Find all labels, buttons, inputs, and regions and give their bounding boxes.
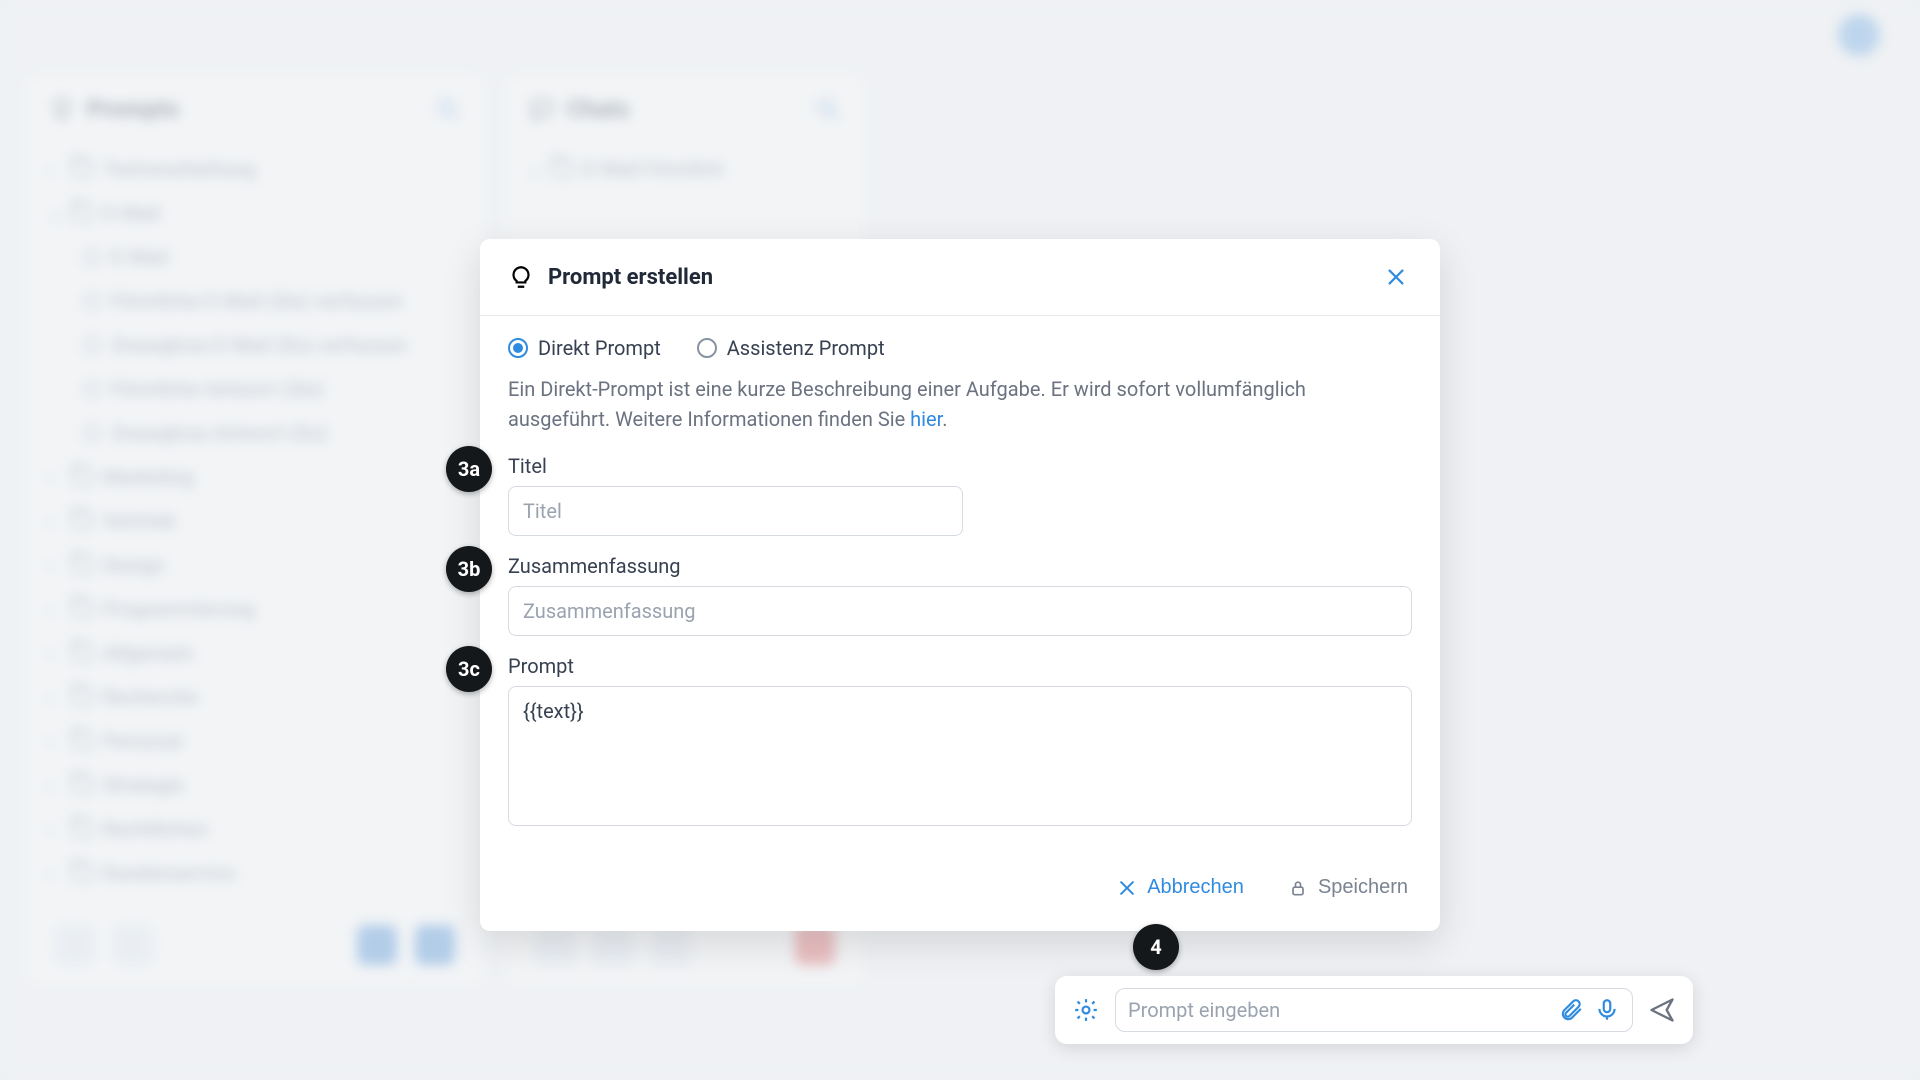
settings-button[interactable] [1069, 993, 1103, 1027]
more-info-link[interactable]: hier [910, 407, 942, 431]
radio-label: Assistenz Prompt [727, 336, 885, 360]
prompt-input-bar-wrap: 4 [1055, 976, 1693, 1044]
annotation-badge-4: 4 [1133, 924, 1179, 970]
prompt-label: Prompt [508, 654, 1412, 678]
prompt-input-shell[interactable] [1115, 988, 1633, 1032]
annotation-badge-3b: 3b [446, 546, 492, 592]
summary-field-group: 3b Zusammenfassung [508, 554, 1412, 636]
paperclip-icon[interactable] [1558, 997, 1584, 1023]
title-label: Titel [508, 454, 1412, 478]
modal-overlay: Prompt erstellen Direkt Prompt Assistenz… [0, 0, 1920, 1080]
close-button[interactable] [1380, 261, 1412, 293]
gear-icon [1073, 997, 1099, 1023]
lightbulb-icon [508, 264, 534, 290]
annotation-badge-3a: 3a [446, 446, 492, 492]
create-prompt-modal: Prompt erstellen Direkt Prompt Assistenz… [480, 239, 1440, 931]
modal-title: Prompt erstellen [548, 265, 713, 290]
save-button[interactable]: Speichern [1284, 870, 1412, 905]
annotation-badge-3c: 3c [446, 646, 492, 692]
summary-input[interactable] [508, 586, 1412, 636]
prompt-input[interactable] [1128, 998, 1548, 1022]
modal-body: Direkt Prompt Assistenz Prompt Ein Direk… [480, 316, 1440, 856]
radio-indicator [508, 338, 528, 358]
cancel-button[interactable]: Abbrechen [1113, 870, 1248, 905]
close-icon [1117, 878, 1137, 898]
send-button[interactable] [1645, 993, 1679, 1027]
close-icon [1385, 266, 1407, 288]
prompt-textarea[interactable] [508, 686, 1412, 826]
radio-direct-prompt[interactable]: Direkt Prompt [508, 336, 661, 360]
prompt-type-radio-group: Direkt Prompt Assistenz Prompt [508, 336, 1412, 360]
send-icon [1648, 996, 1676, 1024]
radio-indicator [697, 338, 717, 358]
lock-icon [1288, 878, 1308, 898]
modal-footer: Abbrechen Speichern [480, 856, 1440, 931]
cancel-label: Abbrechen [1147, 876, 1244, 899]
save-label: Speichern [1318, 876, 1408, 899]
prompt-input-bar [1055, 976, 1693, 1044]
microphone-icon[interactable] [1594, 997, 1620, 1023]
summary-label: Zusammenfassung [508, 554, 1412, 578]
radio-assistant-prompt[interactable]: Assistenz Prompt [697, 336, 885, 360]
title-field-group: 3a Titel [508, 454, 1412, 536]
title-input[interactable] [508, 486, 963, 536]
prompt-type-description: Ein Direkt-Prompt ist eine kurze Beschre… [508, 374, 1412, 434]
prompt-field-group: 3c Prompt [508, 654, 1412, 830]
radio-label: Direkt Prompt [538, 336, 661, 360]
modal-header: Prompt erstellen [480, 239, 1440, 316]
